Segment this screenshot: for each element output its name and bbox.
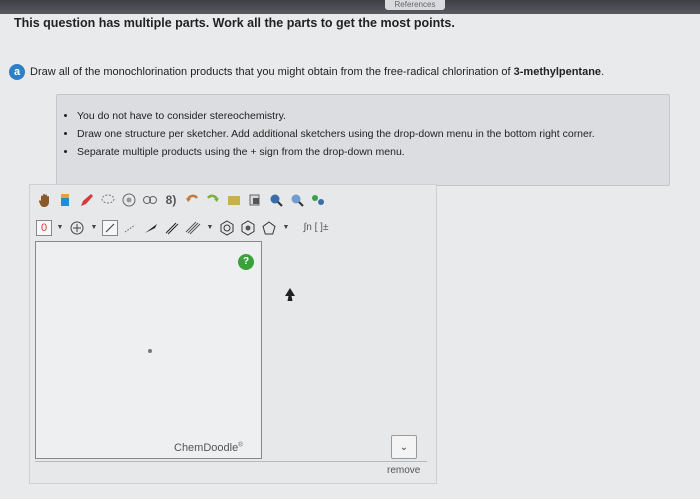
hint-item: Separate multiple products using the + s… — [77, 143, 669, 161]
help-icon[interactable]: ? — [238, 254, 254, 270]
hint-list: You do not have to consider stereochemis… — [57, 107, 669, 161]
divider — [35, 461, 427, 462]
watermark-mark: ® — [238, 442, 243, 449]
hand-icon[interactable] — [36, 191, 54, 209]
chemdoodle-sketcher: 8) 0 ▼ ▼ ▼ ▼ ∫n []± ? ChemDoodle® ⌄ rem… — [29, 184, 437, 484]
copy-icon[interactable] — [246, 191, 264, 209]
lasso-icon[interactable] — [99, 191, 117, 209]
eraser-icon[interactable] — [57, 191, 75, 209]
zoom-in-icon[interactable] — [267, 191, 285, 209]
zoom-out-icon[interactable] — [288, 191, 306, 209]
chevron-down-icon: ⌄ — [399, 441, 409, 453]
charge-button[interactable]: 0 — [36, 220, 52, 236]
plus-circle-icon[interactable] — [68, 219, 86, 237]
ring-tool[interactable]: ∫n [ ]± — [294, 219, 338, 237]
zoom-fit-icon[interactable] — [120, 191, 138, 209]
canvas-center-dot — [148, 349, 152, 353]
double-bond-icon[interactable] — [163, 219, 181, 237]
chemdoodle-watermark: ChemDoodle® — [174, 442, 243, 454]
undo-icon[interactable] — [183, 191, 201, 209]
chevron-down-icon[interactable]: ▼ — [89, 219, 99, 237]
cursor-icon — [285, 288, 295, 301]
toolbar-row-2: 0 ▼ ▼ ▼ ▼ ∫n [ ]± — [36, 219, 338, 237]
redo-icon[interactable] — [204, 191, 222, 209]
top-bar: References — [0, 0, 700, 14]
question-suffix: . — [601, 66, 605, 78]
toolbar-row-1: 8) — [36, 191, 327, 209]
part-badge: a — [9, 64, 25, 80]
references-tab[interactable]: References — [385, 0, 445, 10]
hint-box: You do not have to consider stereochemis… — [56, 94, 670, 186]
drawing-canvas[interactable]: ? ChemDoodle® — [35, 241, 262, 459]
chevron-down-icon[interactable]: ▼ — [205, 219, 215, 237]
template-icon[interactable] — [141, 191, 159, 209]
triple-bond-icon[interactable] — [184, 219, 202, 237]
ring-tool-label: ∫n [ ]± — [303, 222, 329, 233]
cyclohexane-icon[interactable] — [239, 219, 257, 237]
single-bond-button[interactable] — [102, 220, 118, 236]
question-prefix: Draw all of the monochlorination product… — [30, 66, 514, 78]
hashed-bond-icon[interactable] — [121, 219, 139, 237]
charge-value: 0 — [40, 222, 48, 234]
hint-item: Draw one structure per sketcher. Add add… — [77, 125, 669, 143]
benzene-icon[interactable] — [218, 219, 236, 237]
clean-icon[interactable] — [225, 191, 243, 209]
question-compound: 3-methylpentane — [513, 66, 602, 78]
sketcher-dropdown[interactable]: ⌄ — [391, 435, 417, 459]
color-icon[interactable] — [309, 191, 327, 209]
hint-item: You do not have to consider stereochemis… — [77, 107, 669, 125]
pencil-icon[interactable] — [78, 191, 96, 209]
chevron-down-icon[interactable]: ▼ — [55, 219, 65, 237]
cyclopentane-icon[interactable] — [260, 219, 278, 237]
instruction-text: This question has multiple parts. Work a… — [14, 16, 455, 30]
chevron-down-icon[interactable]: ▼ — [281, 219, 291, 237]
remove-link[interactable]: remove — [387, 465, 420, 476]
watermark-text: ChemDoodle — [174, 442, 239, 454]
bracket-icon[interactable]: 8) — [162, 191, 180, 209]
wedge-bond-icon[interactable] — [142, 219, 160, 237]
question-text: Draw all of the monochlorination product… — [30, 66, 604, 78]
